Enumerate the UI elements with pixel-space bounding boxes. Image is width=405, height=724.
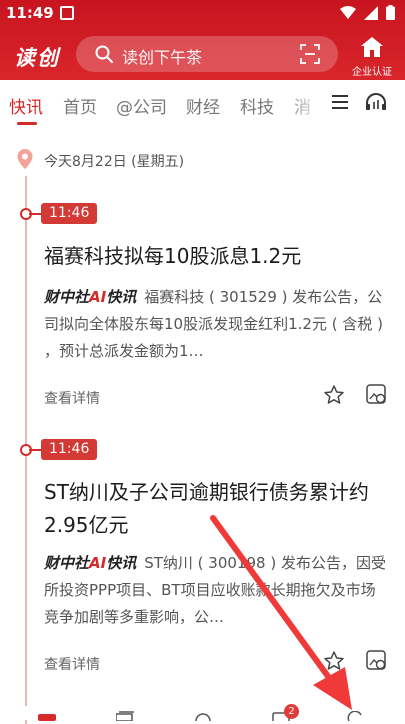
- location-pin-icon: [17, 149, 33, 169]
- status-bar: 11:49: [0, 0, 405, 30]
- enterprise-auth-button[interactable]: 企业认证: [347, 36, 397, 78]
- tabs-fade: [284, 80, 324, 126]
- tab-tech[interactable]: 科技: [240, 93, 274, 118]
- signal-icon: [364, 5, 378, 20]
- headphones-icon[interactable]: [365, 93, 387, 111]
- news-title[interactable]: 福赛科技拟每10股派息1.2元: [44, 240, 384, 273]
- status-icons: [340, 5, 395, 20]
- timeline-connector: [29, 449, 41, 451]
- source-logo: 财中社AI快讯: [44, 554, 137, 572]
- app-header: 11:49 读创 读创下午茶 企业认证: [0, 0, 405, 80]
- tab-finance[interactable]: 财经: [186, 93, 220, 118]
- bottom-navigation: 2: [0, 704, 405, 721]
- battery-icon: [386, 5, 395, 20]
- news-summary[interactable]: 财中社AI快讯 ST纳川 ( 300198 ) 发布公告，因受所投资PPP项目、B…: [44, 550, 386, 631]
- news-title[interactable]: ST纳川及子公司逾期银行债务累计约2.95亿元: [44, 476, 384, 542]
- search-bar[interactable]: 读创下午茶: [76, 36, 338, 72]
- category-tabs: 快讯 首页 @公司 财经 科技 消: [0, 80, 405, 126]
- tab-flash-news[interactable]: 快讯: [9, 93, 43, 118]
- view-details-link[interactable]: 查看详情: [44, 654, 100, 674]
- tab-home[interactable]: 首页: [63, 93, 97, 118]
- timeline-connector: [29, 213, 41, 215]
- view-details-link[interactable]: 查看详情: [44, 388, 100, 408]
- app-notification-icon: [60, 6, 74, 20]
- source-logo: 财中社AI快讯: [44, 288, 137, 306]
- star-icon[interactable]: [323, 650, 345, 672]
- search-icon: [95, 45, 113, 63]
- news-feed: 今天8月22日 (星期五) 11:46 福赛科技拟每10股派息1.2元 财中社A…: [0, 126, 405, 724]
- tab-company[interactable]: @公司: [116, 93, 167, 118]
- app-logo: 读创: [14, 45, 60, 70]
- time-badge: 11:46: [41, 203, 98, 224]
- active-tab-indicator: [17, 122, 37, 125]
- feed-date: 今天8月22日 (星期五): [44, 154, 185, 170]
- enterprise-auth-label: 企业认证: [352, 67, 392, 78]
- share-image-icon[interactable]: [366, 384, 386, 404]
- message-count-badge: 2: [284, 704, 299, 719]
- scan-icon[interactable]: [300, 44, 320, 64]
- wifi-icon: [340, 5, 356, 19]
- menu-icon[interactable]: [332, 95, 348, 109]
- status-time: 11:49: [6, 4, 54, 22]
- share-image-icon[interactable]: [366, 650, 386, 670]
- news-summary[interactable]: 财中社AI快讯 福赛科技 ( 301529 ) 发布公告，公司拟向全体股东每10股…: [44, 284, 386, 365]
- search-placeholder: 读创下午茶: [122, 48, 203, 67]
- home-icon: [361, 37, 383, 57]
- time-badge: 11:46: [41, 439, 98, 460]
- star-icon[interactable]: [323, 384, 345, 406]
